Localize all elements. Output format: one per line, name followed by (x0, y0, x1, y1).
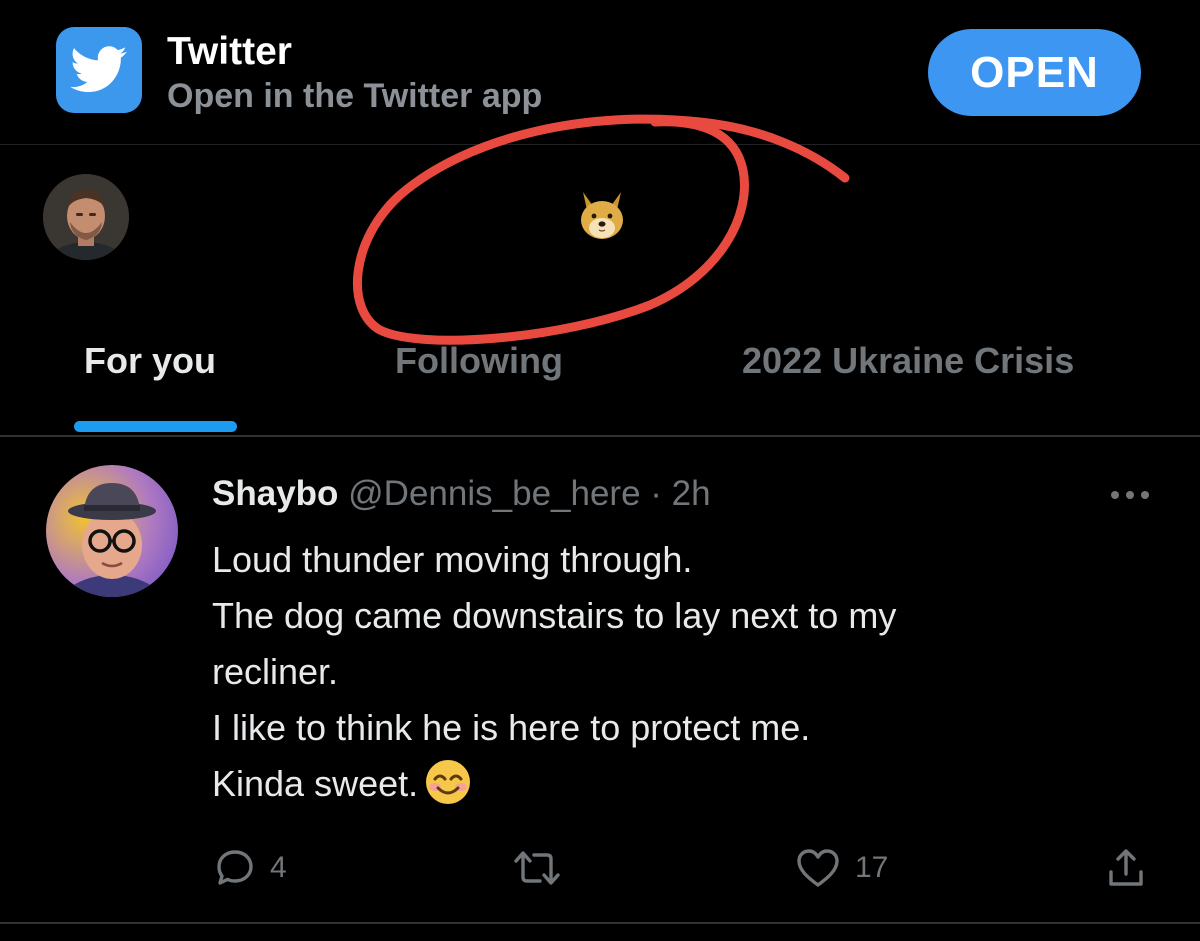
tweet[interactable]: Shaybo @Dennis_be_here · 2h Loud thunder… (0, 437, 1200, 924)
tweet-header: Shaybo @Dennis_be_here · 2h (212, 474, 711, 514)
heart-icon (797, 849, 839, 887)
active-tab-indicator (74, 421, 237, 432)
author-display-name[interactable]: Shaybo (212, 474, 338, 513)
share-icon (1109, 849, 1143, 886)
reply-button[interactable]: 4 (214, 840, 287, 896)
tweet-line: Loud thunder moving through. (212, 539, 693, 580)
reply-count: 4 (270, 851, 287, 884)
tweet-author-avatar[interactable] (46, 465, 178, 597)
tweet-timestamp[interactable]: 2h (672, 474, 711, 513)
twitter-app-icon[interactable] (56, 27, 142, 113)
app-title: Twitter (167, 30, 292, 73)
tab-for-you[interactable]: For you (84, 340, 216, 382)
profile-photo (43, 174, 129, 260)
doge-icon[interactable] (577, 184, 627, 244)
timeline-tabs: For you Following 2022 Ukraine Crisis (0, 320, 1200, 437)
twitter-bird-icon (70, 46, 127, 93)
share-button[interactable] (1106, 840, 1146, 896)
more-options-icon[interactable] (1108, 487, 1152, 503)
app-banner: Twitter Open in the Twitter app OPEN (0, 0, 1200, 145)
retweet-button[interactable] (510, 840, 564, 896)
tweet-line: The dog came downstairs to lay next to m… (212, 595, 897, 636)
tweet-line-last: Kinda sweet. (212, 756, 1112, 812)
profile-avatar[interactable] (43, 174, 129, 260)
tweet-line: Kinda sweet. (212, 763, 419, 804)
retweet-icon (514, 851, 560, 885)
tweet-line: recliner. (212, 651, 339, 692)
smiling-face-emoji-icon (426, 760, 471, 805)
tab-following[interactable]: Following (395, 340, 563, 382)
author-handle[interactable]: @Dennis_be_here (348, 474, 640, 513)
tweet-text: Loud thunder moving through. The dog cam… (212, 532, 1112, 812)
tweet-actions: 4 17 (0, 840, 1200, 896)
like-button[interactable]: 17 (795, 840, 888, 896)
like-count: 17 (855, 851, 889, 884)
app-subtitle: Open in the Twitter app (167, 77, 543, 115)
author-photo (46, 465, 178, 597)
tab-2022-ukraine-crisis[interactable]: 2022 Ukraine Crisis (742, 340, 1074, 382)
header-separator: · (650, 474, 662, 513)
reply-icon (217, 850, 253, 885)
tweet-line: I like to think he is here to protect me… (212, 707, 811, 748)
open-app-button[interactable]: OPEN (928, 29, 1141, 116)
